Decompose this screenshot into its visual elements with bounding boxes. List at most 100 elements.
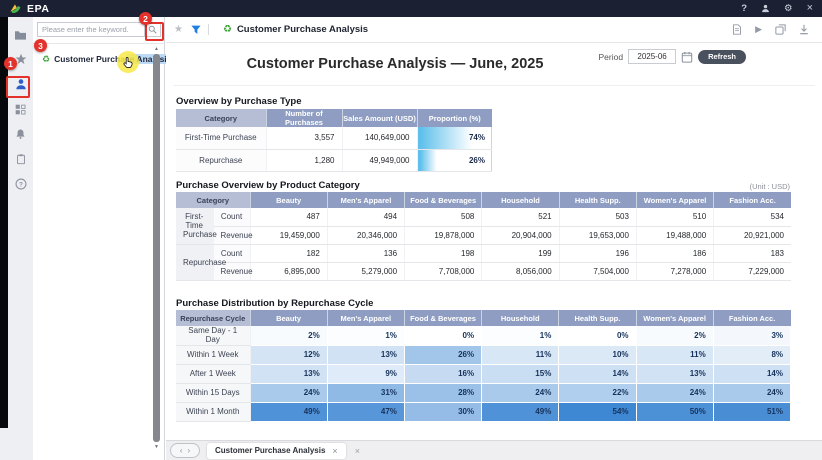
period-input[interactable]	[628, 49, 676, 64]
column-header: Household	[482, 310, 559, 326]
heatmap-cell: 24%	[482, 383, 559, 402]
table-row: After 1 Week13%9%16%15%14%13%14%	[176, 364, 791, 383]
value-cell: 510	[636, 208, 713, 226]
value-cell: 199	[482, 244, 559, 262]
cycle-label-cell: Within 1 Week	[176, 345, 250, 364]
heatmap-cell: 2%	[250, 326, 327, 345]
bottom-tab-bar: ‹ › Customer Purchase Analysis × ×	[166, 440, 822, 460]
document-icon[interactable]	[732, 24, 742, 35]
report-tree-panel: ♻ Customer Purchase Analysis ▲ ▼	[33, 17, 165, 460]
report-recycle-icon: ♻	[223, 24, 232, 35]
table-row: Within 1 Week12%13%26%11%10%11%8%	[176, 345, 791, 364]
cycle-label-cell: Same Day - 1 Day	[176, 326, 250, 345]
table-row: Repurchase1,28049,949,00026%	[176, 149, 492, 171]
heatmap-cell: 3%	[713, 326, 790, 345]
column-header: Beauty	[250, 192, 327, 208]
column-header: Food & Beverages	[404, 310, 481, 326]
download-icon[interactable]	[799, 24, 809, 35]
help-circle-icon[interactable]: ?	[14, 178, 28, 190]
clipboard-icon[interactable]	[14, 153, 28, 165]
run-play-icon[interactable]: ▶	[755, 24, 762, 35]
notifications-bell-icon[interactable]	[14, 128, 28, 140]
value-cell: 19,459,000	[250, 226, 327, 244]
table-header-row: CategoryBeautyMen's ApparelFood & Bevera…	[176, 192, 791, 208]
value-cell: 196	[559, 244, 636, 262]
value-cell: 8,056,000	[482, 262, 559, 280]
value-cell: 508	[405, 208, 482, 226]
table-row: Revenue6,895,0005,279,0007,708,0008,056,…	[176, 262, 791, 280]
period-control: Period Refresh	[598, 49, 746, 64]
column-header: Men's Apparel	[327, 192, 404, 208]
tree-item-customer-purchase-analysis[interactable]: ♻ Customer Purchase Analysis	[33, 50, 164, 68]
tab-close-icon[interactable]: ×	[332, 446, 337, 456]
tab-nav-right-icon[interactable]: ›	[188, 447, 191, 455]
scroll-down-icon[interactable]: ▼	[151, 443, 162, 451]
breadcrumb-title: Customer Purchase Analysis	[237, 24, 368, 35]
column-header: Health Supp.	[559, 192, 636, 208]
favorite-star-icon[interactable]: ★	[174, 24, 183, 35]
scrollbar-thumb[interactable]	[153, 54, 160, 442]
open-in-window-icon[interactable]	[775, 24, 786, 35]
value-cell: 19,878,000	[405, 226, 482, 244]
cycle-label-cell: After 1 Week	[176, 364, 250, 383]
window-close-icon[interactable]: ×	[807, 3, 813, 14]
column-header: Food & Beverages	[405, 192, 482, 208]
category-cell: First-Time Purchase	[176, 127, 266, 149]
heatmap-cell: 28%	[404, 383, 481, 402]
refresh-button[interactable]: Refresh	[698, 50, 746, 64]
column-header: Category	[176, 109, 266, 127]
column-header: Household	[482, 192, 559, 208]
tab-nav-pill: ‹ ›	[170, 443, 200, 458]
app-window: EPA ? ⚙ × ? ♻ Customer Pu	[0, 0, 822, 460]
heatmap-cell: 16%	[404, 364, 481, 383]
section-title-by-category: Purchase Overview by Product Category	[176, 180, 360, 191]
heatmap-cell: 0%	[559, 326, 636, 345]
category-cell: Repurchase	[176, 149, 266, 171]
value-cell: 6,895,000	[250, 262, 327, 280]
top-bar: EPA ? ⚙ ×	[0, 0, 822, 17]
value-cell: 503	[559, 208, 636, 226]
heatmap-cell: 50%	[636, 402, 713, 421]
value-cell: 521	[482, 208, 559, 226]
heatmap-cell: 31%	[327, 383, 404, 402]
row-group-cell: Repurchase	[176, 244, 213, 280]
user-icon[interactable]	[761, 4, 770, 13]
value-cell: 186	[636, 244, 713, 262]
hand-cursor-icon	[123, 56, 134, 69]
tree-scrollbar[interactable]: ▲ ▼	[151, 45, 162, 451]
metric-cell: Revenue	[213, 226, 250, 244]
value-cell: 20,921,000	[714, 226, 791, 244]
table-header-row: CategoryNumber of PurchasesSales Amount …	[176, 109, 492, 127]
value-cell: 7,229,000	[714, 262, 791, 280]
table-row: Within 15 Days24%31%28%24%22%24%24%	[176, 383, 791, 402]
breadcrumb-divider	[208, 24, 209, 35]
annotation-box-search-button	[145, 22, 164, 41]
column-header: Fashion Acc.	[713, 310, 790, 326]
count-cell: 1,280	[266, 149, 342, 171]
calendar-button[interactable]	[681, 51, 693, 63]
heatmap-cell: 13%	[250, 364, 327, 383]
main-area: ★ ♻ Customer Purchase Analysis ▶ Custome…	[166, 17, 822, 460]
count-cell: 3,557	[266, 127, 342, 149]
tab-nav-left-icon[interactable]: ‹	[180, 447, 183, 455]
scroll-up-icon[interactable]: ▲	[151, 45, 162, 53]
heatmap-cell: 24%	[636, 383, 713, 402]
value-cell: 494	[327, 208, 404, 226]
table-row: First-Time PurchaseCount4874945085215035…	[176, 208, 791, 226]
filter-funnel-icon[interactable]	[191, 25, 201, 35]
value-cell: 182	[250, 244, 327, 262]
report-toolbar: ▶	[732, 24, 809, 35]
close-all-tabs-icon[interactable]: ×	[355, 446, 360, 456]
sales-cell: 140,649,000	[342, 127, 417, 149]
folder-icon[interactable]	[14, 28, 28, 40]
value-cell: 534	[714, 208, 791, 226]
column-header: Men's Apparel	[327, 310, 404, 326]
value-cell: 7,278,000	[636, 262, 713, 280]
dashboard-grid-icon[interactable]	[14, 103, 28, 115]
search-input[interactable]	[37, 22, 145, 37]
bottom-tab-customer-purchase-analysis[interactable]: Customer Purchase Analysis ×	[207, 443, 346, 459]
heatmap-cell: 15%	[482, 364, 559, 383]
help-icon[interactable]: ?	[741, 4, 747, 14]
settings-gear-icon[interactable]: ⚙	[784, 4, 793, 14]
table-row: RepurchaseCount182136198199196186183	[176, 244, 791, 262]
